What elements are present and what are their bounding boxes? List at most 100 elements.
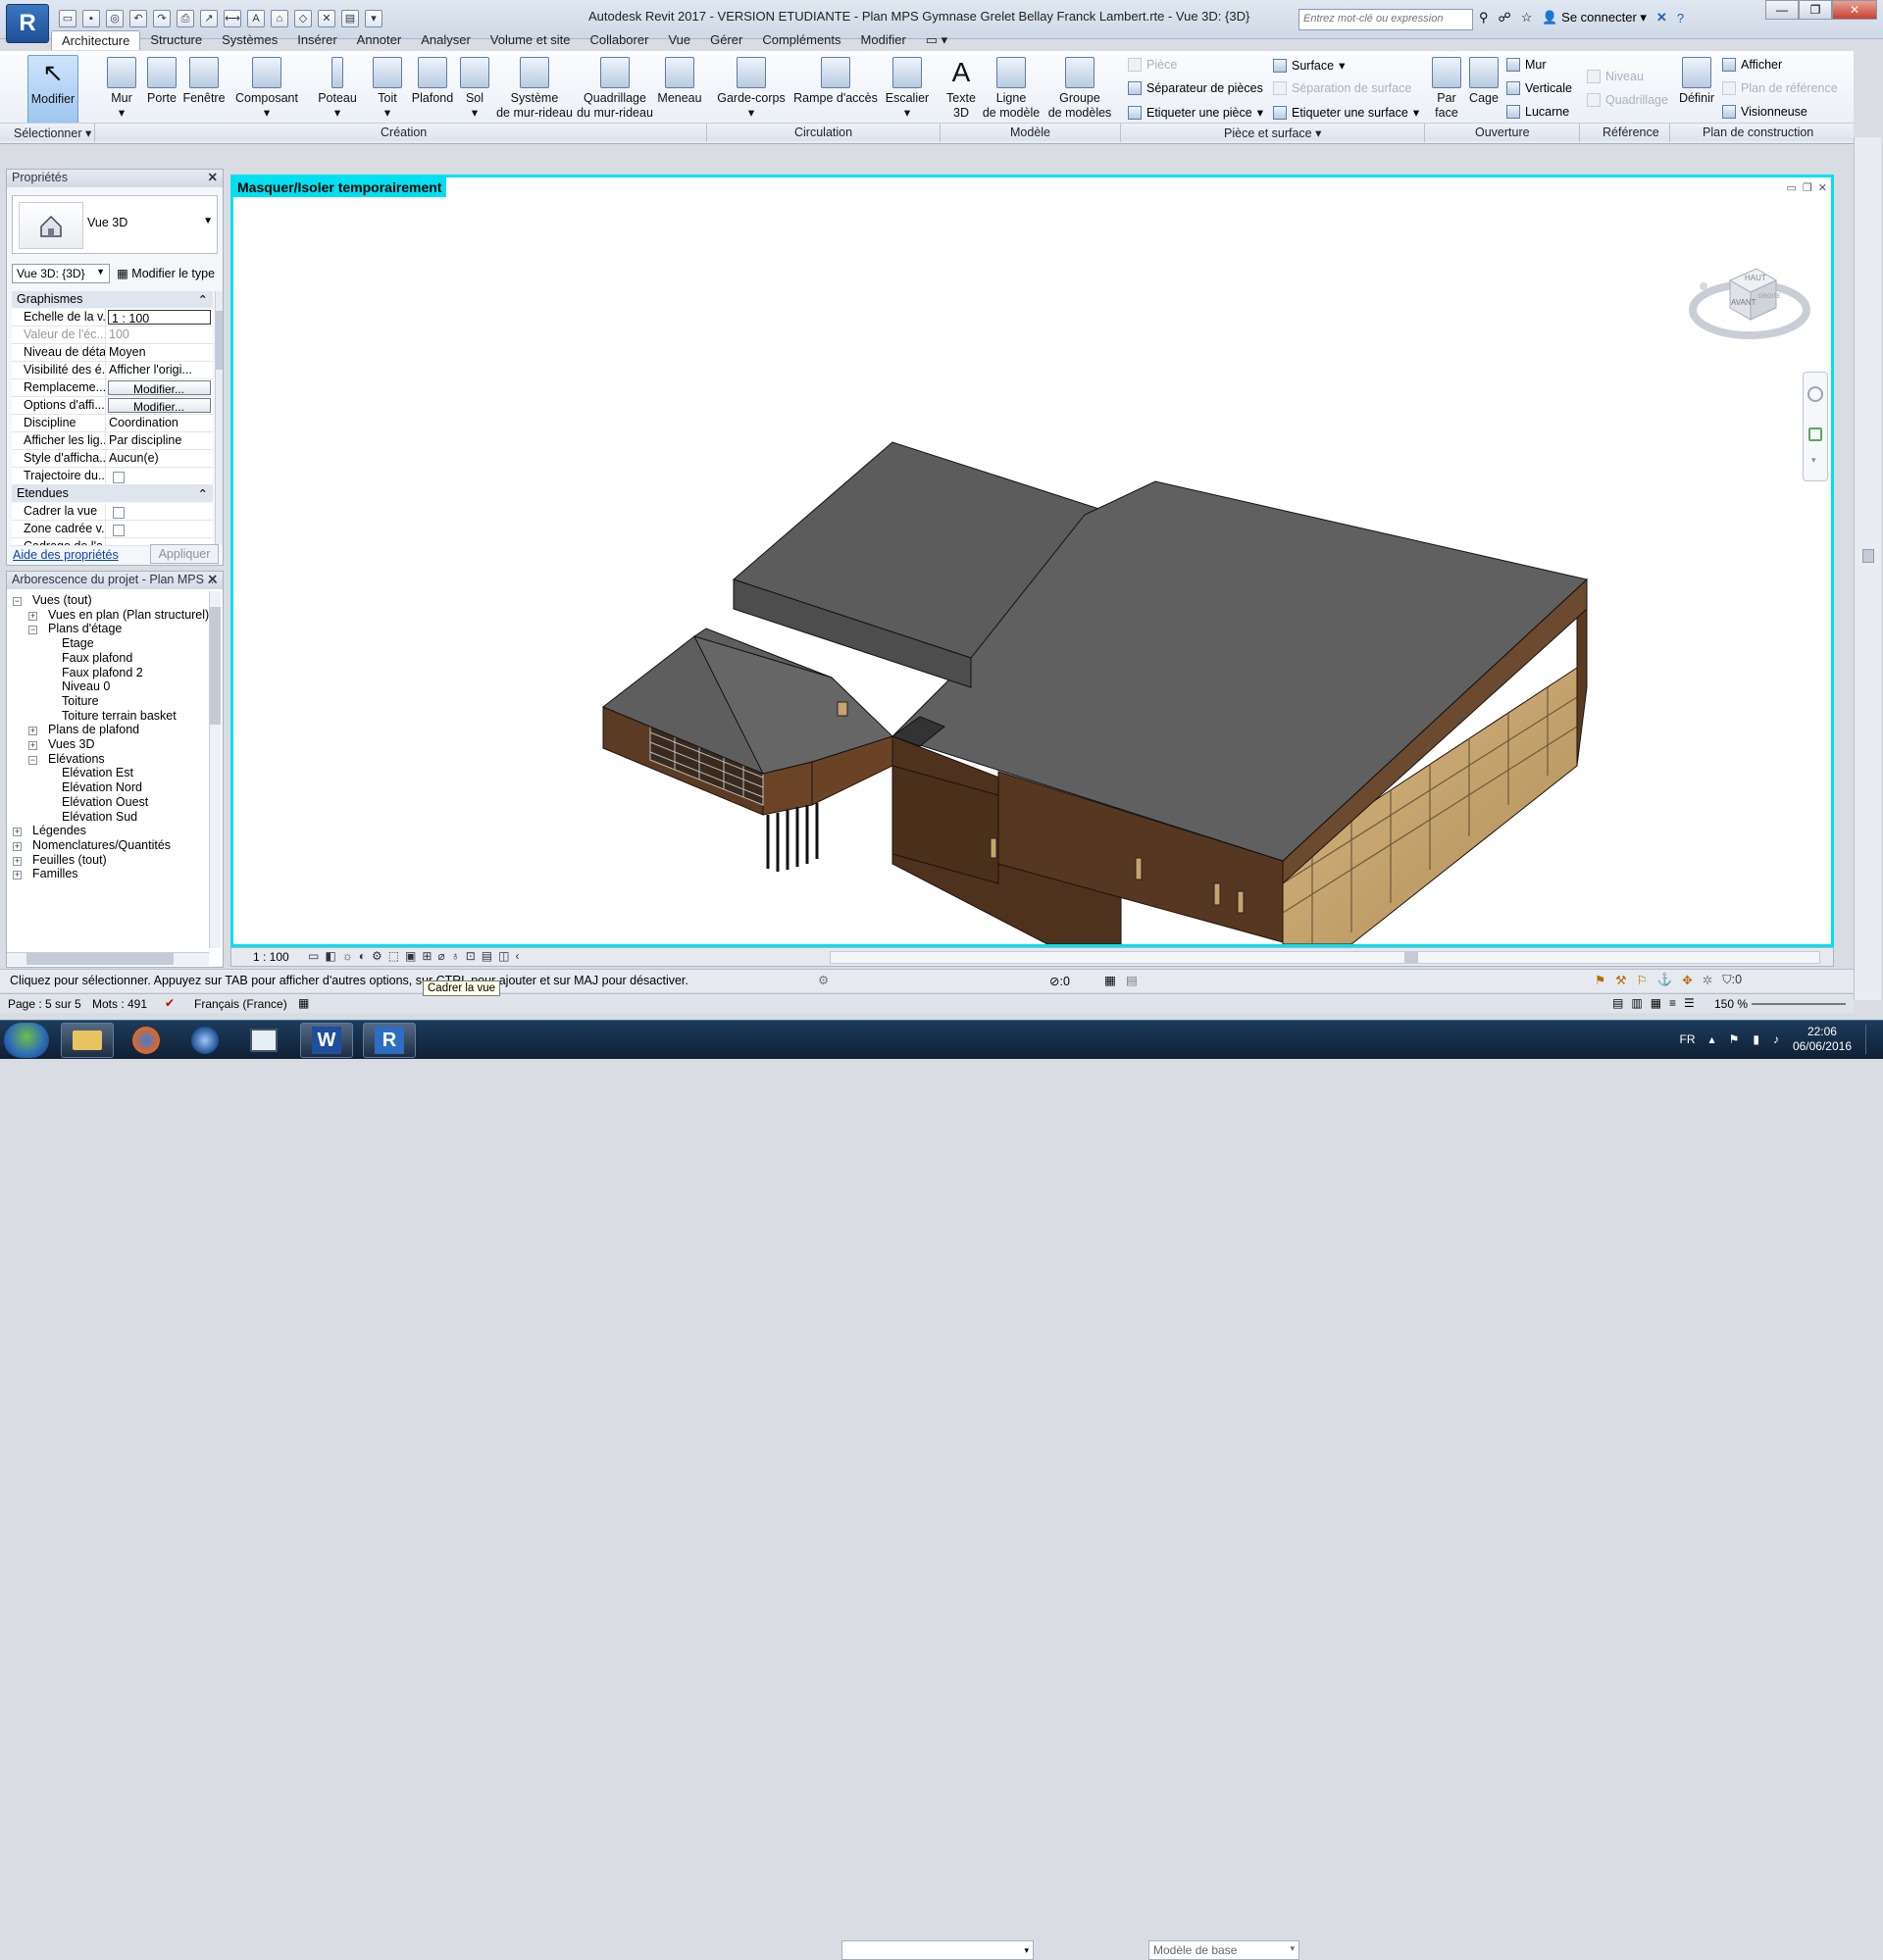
redo-icon[interactable]: ↷ xyxy=(153,10,171,27)
type-selector[interactable]: Vue 3D ▼ xyxy=(12,195,218,254)
tab-analyser[interactable]: Analyser xyxy=(411,30,481,50)
tab-gerer[interactable]: Gérer xyxy=(700,30,752,50)
set-workplane-button[interactable]: Définir xyxy=(1675,55,1718,106)
browser-item[interactable]: Elévation Sud xyxy=(62,810,137,824)
search-input[interactable]: Entrez mot-clé ou expression xyxy=(1298,9,1473,30)
detail-level-icon[interactable]: ▭ xyxy=(308,949,319,963)
action-center-icon[interactable]: ⚑ xyxy=(1729,1032,1740,1046)
browser-item[interactable]: Plans de plafond xyxy=(48,723,139,736)
expand-toggle-icon[interactable]: + xyxy=(13,841,22,851)
wall-button[interactable]: Mur ▾ xyxy=(104,55,139,121)
level-button[interactable]: Niveau xyxy=(1587,70,1644,83)
revit-button[interactable]: R xyxy=(363,1023,416,1058)
prop-row[interactable]: Discipline Coordination xyxy=(12,415,213,432)
room-area-panel-dropdown[interactable]: Pièce et surface ▾ xyxy=(1224,126,1321,140)
expand-toggle-icon[interactable]: + xyxy=(28,727,37,736)
open-icon[interactable]: ▭ xyxy=(59,10,76,27)
column-button[interactable]: Poteau ▾ xyxy=(316,55,359,121)
edit-display-options-button[interactable]: Modifier... xyxy=(108,398,211,413)
browser-item[interactable]: Faux plafond xyxy=(62,651,132,665)
checkbox[interactable] xyxy=(113,472,125,483)
reveal-constraints-icon[interactable]: ◫ xyxy=(498,949,509,963)
browser-item[interactable]: Légendes xyxy=(32,824,86,837)
workset-select[interactable]: ▾ xyxy=(841,1940,1034,1960)
tab-annoter[interactable]: Annoter xyxy=(347,30,412,50)
show-crop-icon[interactable]: ▣ xyxy=(405,949,416,963)
browser-item[interactable]: Feuilles (tout) xyxy=(32,853,107,867)
editable-only-icon[interactable]: ⊘:0 xyxy=(1049,974,1070,988)
scroll-thumb[interactable] xyxy=(1862,549,1874,563)
scroll-thumb[interactable] xyxy=(1404,952,1418,963)
viewcube[interactable]: HAUT AVANT DROITE xyxy=(1686,249,1813,357)
expand-toggle-icon[interactable]: + xyxy=(13,871,22,880)
area-button[interactable]: Surface ▾ xyxy=(1273,58,1345,73)
file-explorer-button[interactable] xyxy=(61,1023,114,1058)
select-links-icon[interactable]: ⚑ xyxy=(1595,973,1605,987)
background-process-icon[interactable]: ✲ xyxy=(1703,973,1712,987)
group-graphics[interactable]: Graphismes ⌃ xyxy=(12,291,213,308)
drag-elements-icon[interactable]: ✥ xyxy=(1682,973,1692,987)
steering-wheel-icon[interactable] xyxy=(1807,386,1823,402)
floor-button[interactable]: Sol ▾ xyxy=(459,55,490,121)
room-separator-button[interactable]: Séparateur de pièces xyxy=(1128,81,1263,95)
expand-toggle-icon[interactable]: + xyxy=(13,828,22,837)
favorites-icon[interactable]: ☆ xyxy=(1521,10,1533,25)
sync-icon[interactable]: ◎ xyxy=(106,10,124,27)
select-panel-dropdown[interactable]: Sélectionner ▾ xyxy=(14,126,91,140)
apply-button[interactable]: Appliquer xyxy=(150,544,219,564)
prop-row[interactable]: Visibilité des é... Afficher l'origi... xyxy=(12,362,213,379)
prop-row[interactable]: Afficher les lig... Par discipline xyxy=(12,432,213,450)
component-button[interactable]: Composant ▾ xyxy=(233,55,300,121)
spellcheck-icon[interactable]: ✔ xyxy=(165,996,175,1010)
ramp-button[interactable]: Rampe d'accès xyxy=(792,55,879,106)
measure-icon[interactable]: ↗ xyxy=(200,10,218,27)
expand-toggle-icon[interactable]: − xyxy=(28,626,37,635)
print-layout-icon[interactable]: ▤ xyxy=(1612,996,1623,1010)
customize-qat-icon[interactable]: ▾ xyxy=(365,10,382,27)
instance-filter-select[interactable]: Vue 3D: {3D} ▼ xyxy=(12,264,110,283)
grid-button[interactable]: Quadrillage xyxy=(1587,93,1668,107)
tab-modifier[interactable]: Modifier xyxy=(851,30,916,50)
close-hidden-icon[interactable]: ✕ xyxy=(318,10,335,27)
browser-hscrollbar[interactable] xyxy=(7,952,209,966)
by-face-button[interactable]: Par face xyxy=(1430,55,1463,121)
scroll-thumb[interactable] xyxy=(216,311,223,370)
vertical-opening-button[interactable]: Verticale xyxy=(1506,81,1572,95)
3d-view-icon[interactable]: ⌂ xyxy=(271,10,288,27)
sun-path-icon[interactable]: ☼ xyxy=(342,949,353,963)
shadows-icon[interactable]: ◐ xyxy=(359,949,366,963)
tab-vue[interactable]: Vue xyxy=(658,30,700,50)
expand-toggle-icon[interactable]: + xyxy=(28,741,37,750)
word-button[interactable]: W xyxy=(300,1023,353,1058)
language-status[interactable]: Français (France) xyxy=(194,997,287,1011)
tab-systemes[interactable]: Systèmes xyxy=(212,30,287,50)
browser-item[interactable]: Etage xyxy=(62,636,94,650)
dimension-icon[interactable]: ⟷ xyxy=(224,10,241,27)
maximize-button[interactable]: ❐ xyxy=(1799,0,1832,20)
tab-structure[interactable]: Structure xyxy=(140,30,212,50)
tab-volume-site[interactable]: Volume et site xyxy=(481,30,581,50)
outline-icon[interactable]: ≡ xyxy=(1669,996,1676,1010)
highlight-displacement-icon[interactable]: ▤ xyxy=(482,949,492,963)
browser-item[interactable]: Vues en plan (Plan structurel) xyxy=(48,608,209,622)
ribbon-options-icon[interactable]: ▭ ▾ xyxy=(916,30,957,50)
subscription-icon[interactable]: ☍ xyxy=(1499,10,1511,25)
browser-item[interactable]: Niveau 0 xyxy=(62,679,110,693)
tab-inserer[interactable]: Insérer xyxy=(287,30,346,50)
page-count[interactable]: Page : 5 sur 5 xyxy=(8,997,81,1011)
railing-button[interactable]: Garde-corps ▾ xyxy=(716,55,787,121)
design-option-select[interactable]: Modèle de base ▾ xyxy=(1148,1940,1299,1960)
firefox-button[interactable] xyxy=(120,1023,173,1058)
expand-toggle-icon[interactable]: + xyxy=(13,856,22,866)
browser-item[interactable]: Familles xyxy=(32,867,78,880)
filter-button[interactable]: ⛉:0 xyxy=(1722,973,1742,987)
ref-plane-button[interactable]: Plan de référence xyxy=(1722,81,1838,95)
network-icon[interactable]: ▮ xyxy=(1753,1032,1759,1046)
wall-opening-button[interactable]: Mur xyxy=(1506,58,1547,72)
dormer-button[interactable]: Lucarne xyxy=(1506,105,1569,119)
browser-item[interactable]: Nomenclatures/Quantités xyxy=(32,838,171,852)
roof-button[interactable]: Toit ▾ xyxy=(371,55,404,121)
web-layout-icon[interactable]: ▦ xyxy=(1651,996,1661,1010)
door-button[interactable]: Porte xyxy=(145,55,178,106)
properties-scrollbar[interactable] xyxy=(215,291,223,544)
